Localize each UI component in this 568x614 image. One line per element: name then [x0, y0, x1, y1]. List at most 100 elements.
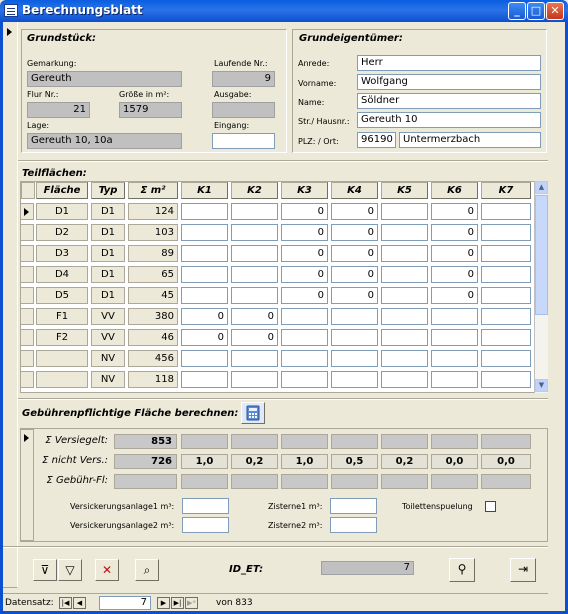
column-header[interactable]: Σ m² — [128, 182, 178, 199]
table-cell[interactable] — [381, 245, 428, 262]
sum-field[interactable] — [381, 434, 428, 449]
column-header[interactable]: K1 — [181, 182, 228, 199]
table-cell[interactable]: 89 — [128, 245, 178, 262]
first-record-icon[interactable]: |◀ — [59, 597, 72, 609]
gebuehr-field[interactable] — [114, 474, 177, 489]
table-cell[interactable]: D1 — [91, 245, 125, 262]
vorname-field[interactable]: Wolfgang — [357, 74, 541, 90]
table-cell[interactable] — [431, 329, 478, 346]
table-cell[interactable]: VV — [91, 308, 125, 325]
table-cell[interactable]: 456 — [128, 350, 178, 367]
column-header[interactable]: Fläche — [36, 182, 88, 199]
search-owner-button[interactable]: ⚲ — [449, 558, 475, 582]
table-cell[interactable] — [281, 329, 328, 346]
row-selector[interactable] — [20, 266, 34, 283]
filter-button[interactable]: ▽ — [58, 559, 82, 581]
table-cell[interactable]: D5 — [36, 287, 88, 304]
factor-field[interactable]: 0,2 — [231, 454, 278, 469]
table-cell[interactable]: 103 — [128, 224, 178, 241]
table-cell[interactable] — [231, 287, 278, 304]
table-cell[interactable] — [431, 350, 478, 367]
ort-field[interactable]: Untermerzbach — [399, 132, 541, 148]
table-cell[interactable]: 380 — [128, 308, 178, 325]
table-cell[interactable] — [181, 350, 228, 367]
table-cell[interactable] — [481, 224, 531, 241]
column-header[interactable]: K6 — [431, 182, 478, 199]
table-cell[interactable]: 0 — [431, 287, 478, 304]
table-cell[interactable]: F2 — [36, 329, 88, 346]
exit-button[interactable]: ⇥ — [510, 558, 536, 582]
table-cell[interactable]: 46 — [128, 329, 178, 346]
next-record-icon[interactable]: ▶ — [157, 597, 170, 609]
id-et-field[interactable]: 7 — [321, 561, 414, 575]
flur-field[interactable]: 21 — [27, 102, 90, 118]
scroll-up-icon[interactable]: ▲ — [535, 181, 548, 194]
row-selector[interactable] — [20, 329, 34, 346]
sum-field[interactable] — [231, 434, 278, 449]
table-cell[interactable] — [281, 350, 328, 367]
row-selector[interactable] — [20, 287, 34, 304]
sum-field[interactable] — [431, 474, 478, 489]
table-cell[interactable] — [231, 266, 278, 283]
grid-scrollbar[interactable]: ▲ ▼ — [534, 181, 548, 393]
sum-field[interactable] — [181, 474, 228, 489]
factor-field[interactable]: 1,0 — [281, 454, 328, 469]
record-number-field[interactable]: 7 — [99, 596, 151, 610]
column-header[interactable]: K3 — [281, 182, 328, 199]
table-cell[interactable] — [481, 203, 531, 220]
strasse-field[interactable]: Gereuth 10 — [357, 112, 541, 128]
vers2-field[interactable] — [182, 517, 229, 533]
table-cell[interactable]: D1 — [91, 203, 125, 220]
table-cell[interactable] — [181, 371, 228, 388]
new-record-icon[interactable]: ▶* — [185, 597, 198, 609]
table-cell[interactable] — [381, 371, 428, 388]
table-cell[interactable]: F1 — [36, 308, 88, 325]
ausgabe-field[interactable] — [212, 102, 275, 118]
sum-field[interactable] — [381, 474, 428, 489]
table-cell[interactable]: 0 — [231, 329, 278, 346]
versiegelt-field[interactable]: 853 — [114, 434, 177, 449]
find-button[interactable]: ⌕ — [135, 559, 159, 581]
anrede-field[interactable]: Herr — [357, 55, 541, 71]
record-selector[interactable] — [3, 22, 18, 588]
table-cell[interactable] — [331, 371, 378, 388]
remove-filter-button[interactable]: ✕ — [95, 559, 119, 581]
table-cell[interactable]: 0 — [431, 224, 478, 241]
table-cell[interactable]: D3 — [36, 245, 88, 262]
table-cell[interactable] — [281, 308, 328, 325]
table-cell[interactable] — [181, 287, 228, 304]
table-cell[interactable] — [36, 350, 88, 367]
minimize-button[interactable]: _ — [508, 2, 526, 20]
column-header[interactable]: K4 — [331, 182, 378, 199]
table-cell[interactable] — [481, 287, 531, 304]
table-cell[interactable] — [36, 371, 88, 388]
lage-field[interactable]: Gereuth 10, 10a — [27, 133, 182, 149]
row-selector[interactable] — [20, 350, 34, 367]
table-cell[interactable] — [481, 266, 531, 283]
factor-field[interactable]: 1,0 — [181, 454, 228, 469]
table-cell[interactable] — [481, 245, 531, 262]
table-cell[interactable] — [381, 224, 428, 241]
table-cell[interactable] — [231, 224, 278, 241]
table-cell[interactable]: 0 — [431, 203, 478, 220]
table-cell[interactable] — [181, 266, 228, 283]
table-cell[interactable]: NV — [91, 371, 125, 388]
last-record-icon[interactable]: ▶| — [171, 597, 184, 609]
table-cell[interactable]: NV — [91, 350, 125, 367]
sum-field[interactable] — [431, 434, 478, 449]
table-cell[interactable]: 0 — [331, 203, 378, 220]
table-cell[interactable]: D1 — [91, 224, 125, 241]
row-selector[interactable] — [20, 308, 34, 325]
column-header[interactable]: K7 — [481, 182, 531, 199]
table-cell[interactable]: 0 — [281, 245, 328, 262]
row-selector[interactable] — [20, 203, 34, 220]
scroll-thumb[interactable] — [535, 195, 548, 315]
table-cell[interactable]: 0 — [181, 329, 228, 346]
table-cell[interactable] — [331, 329, 378, 346]
previous-record-icon[interactable]: ◀ — [73, 597, 86, 609]
table-cell[interactable] — [431, 371, 478, 388]
calculate-button[interactable] — [241, 402, 265, 424]
table-cell[interactable]: 0 — [231, 308, 278, 325]
table-cell[interactable] — [381, 203, 428, 220]
table-cell[interactable] — [231, 203, 278, 220]
